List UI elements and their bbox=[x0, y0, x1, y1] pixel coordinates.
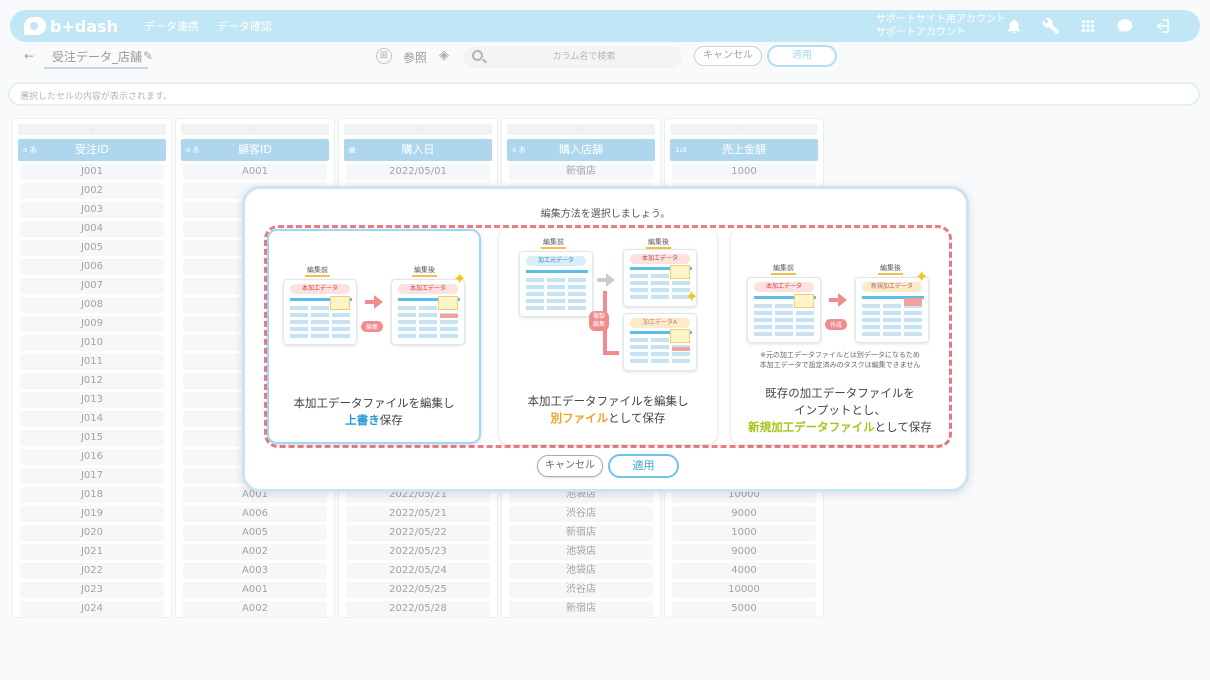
dialog-title: 編集方法を選択しましょう。 bbox=[540, 209, 671, 220]
arrow-right-icon bbox=[365, 295, 383, 309]
sheet-before-label: 本加工データ bbox=[290, 284, 350, 294]
arrow-right-icon bbox=[829, 293, 847, 307]
option-save-separate[interactable]: 編集前 編集後 加工元データ 本加工データ ✦ 複製 編集 加工データA 本加工… bbox=[499, 229, 717, 444]
sheet-source: 加工元データ bbox=[519, 251, 593, 317]
sparkle-icon: ✦ bbox=[453, 269, 467, 288]
action-badge: 作成 bbox=[825, 319, 848, 330]
sheet-source-label: 加工元データ bbox=[526, 256, 586, 266]
after-label: 編集後 bbox=[412, 265, 437, 277]
option-overwrite[interactable]: 編集前 編集後 本加工データ 編集 本加工データ ✦ 本加工データファイルを編集… bbox=[267, 229, 481, 444]
sheet-after-label: 新規加工データ bbox=[862, 282, 922, 292]
sheet-copy-label: 加工データA bbox=[630, 318, 690, 328]
sheet-after: 本加工データ bbox=[391, 279, 465, 345]
after-label: 編集後 bbox=[878, 263, 903, 275]
sheet-before: 本加工データ bbox=[747, 277, 821, 343]
sparkle-icon: ✦ bbox=[685, 287, 699, 306]
before-label: 編集前 bbox=[541, 237, 566, 249]
sheet-main-label: 本加工データ bbox=[630, 254, 690, 264]
action-badge: 編集 bbox=[361, 321, 384, 332]
edit-method-dialog: 編集方法を選択しましょう。 編集前 編集後 本加工データ 編集 本加工データ ✦… bbox=[242, 186, 969, 492]
option-note: ※元の加工データファイルとは別データになるため 本加工データで設定済みのタスクは… bbox=[759, 351, 921, 369]
option-caption: 既存の加工データファイルを インプットとし、 新規加工データファイルとして保存 bbox=[748, 386, 932, 434]
dialog-apply-button[interactable]: 適用 bbox=[608, 454, 679, 478]
sparkle-icon: ✦ bbox=[915, 267, 929, 286]
after-label: 編集後 bbox=[646, 237, 671, 249]
before-label: 編集前 bbox=[305, 265, 330, 277]
sheet-after-label: 本加工データ bbox=[398, 284, 458, 294]
arrow-right-icon bbox=[597, 273, 615, 287]
sheet-before-label: 本加工データ bbox=[754, 282, 814, 292]
dialog-cancel-button[interactable]: キャンセル bbox=[537, 455, 603, 477]
option-caption: 本加工データファイルを編集し 別ファイルとして保存 bbox=[527, 394, 689, 425]
before-label: 編集前 bbox=[771, 263, 796, 275]
action-badge: 複製 編集 bbox=[589, 311, 610, 331]
sheet-after: 新規加工データ bbox=[855, 277, 929, 343]
option-caption: 本加工データファイルを編集し 上書き保存 bbox=[293, 396, 455, 427]
sheet-before: 本加工データ bbox=[283, 279, 357, 345]
sheet-copy: 加工データA bbox=[623, 313, 697, 371]
option-create-new[interactable]: 編集前 編集後 本加工データ 作成 新規加工データ ✦ ※元の加工データファイル… bbox=[731, 229, 949, 444]
